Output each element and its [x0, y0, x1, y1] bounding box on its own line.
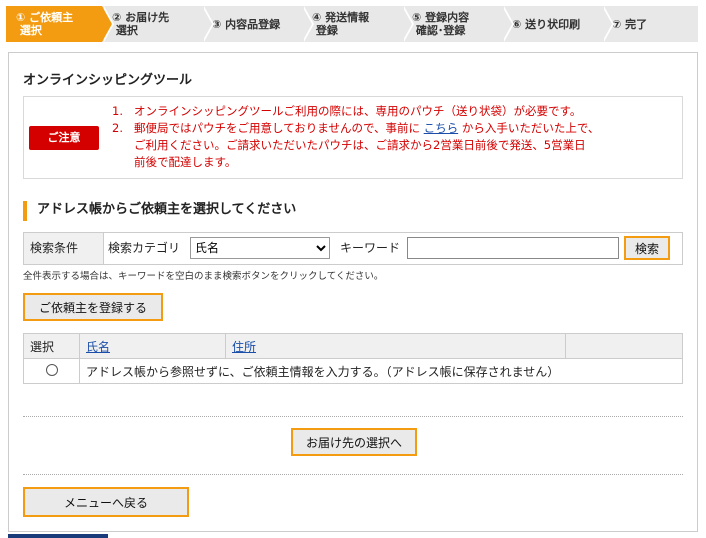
notice-item-1: オンラインシッピングツールご利用の際には、専用のパウチ（送り状袋）が必要です。 — [134, 104, 582, 118]
step-1-label: ① ご依頼主 選択 — [16, 11, 74, 37]
notice-item-2-text-d: 前後で配達します。 — [134, 155, 237, 169]
page-title: オンラインシッピングツール — [23, 73, 193, 88]
notice-box: ご注意 1. オンラインシッピングツールご利用の際には、専用のパウチ（送り状袋）が… — [23, 96, 683, 179]
step-3: ③ 内容品登録 — [202, 6, 314, 42]
step-6: ⑥ 送り状印刷 — [502, 6, 614, 42]
search-panel: 検索条件 検索カテゴリ 氏名 キーワード 検索 — [23, 232, 683, 265]
notice-badge: ご注意 — [29, 126, 99, 150]
row-text: アドレス帳から参照せずに、ご依頼主情報を入力する。（アドレス帳に保存されません） — [79, 358, 683, 384]
notice-item-2-num: 2. — [112, 121, 123, 135]
notice-item-1-num: 1. — [112, 104, 123, 118]
pouch-request-link[interactable]: こちら — [424, 121, 459, 135]
main-panel: オンラインシッピングツール ご注意 1. オンラインシッピングツールご利用の際には… — [8, 52, 698, 532]
search-category-label: 検索カテゴリ — [108, 241, 181, 255]
notice-item-2-text-b: から入手いただいた上で、 — [461, 121, 600, 135]
search-condition-label: 検索条件 — [24, 233, 104, 264]
back-to-menu-button[interactable]: メニューへ戻る — [23, 487, 189, 517]
column-select: 選択 — [23, 333, 80, 359]
search-category-select[interactable]: 氏名 — [190, 237, 330, 259]
address-book-table: 選択 氏名 住所 アドレス帳から参照せずに、ご依頼主情報を入力する。（アドレス帳… — [23, 333, 683, 384]
search-hint: 全件表示する場合は、キーワードを空白のまま検索ボタンをクリックしてください。 — [23, 271, 384, 282]
notice-list: 1. オンラインシッピングツールご利用の際には、専用のパウチ（送り状袋）が必要です… — [112, 103, 672, 171]
column-name: 氏名 — [79, 333, 226, 359]
keyword-label: キーワード — [340, 241, 401, 255]
step-progress-bar: ① ご依頼主 選択 ② お届け先 選択 ③ 内容品登録 ④ 発送情報 登録 ⑤ … — [6, 6, 698, 42]
divider — [23, 416, 683, 417]
manual-entry-radio[interactable] — [45, 363, 58, 376]
sort-address-link[interactable]: 住所 — [232, 340, 256, 354]
step-1: ① ご依頼主 選択 — [6, 6, 114, 42]
sort-name-link[interactable]: 氏名 — [86, 340, 110, 354]
row-select-cell — [23, 358, 80, 384]
bottom-strip — [8, 534, 108, 538]
step-7: ⑦ 完了 — [602, 6, 698, 42]
table-row: アドレス帳から参照せずに、ご依頼主情報を入力する。（アドレス帳に保存されません） — [23, 358, 683, 384]
search-button[interactable]: 検索 — [624, 236, 670, 260]
section-title: アドレス帳からご依頼主を選択してください — [23, 201, 296, 221]
notice-item-2-text-a: 郵便局ではパウチをご用意しておりませんので、事前に — [134, 121, 421, 135]
step-5: ⑤ 登録内容 確認･登録 — [402, 6, 514, 42]
step-2: ② お届け先 選択 — [102, 6, 214, 42]
column-address: 住所 — [225, 333, 566, 359]
column-extra — [565, 333, 683, 359]
divider — [23, 474, 683, 475]
next-recipient-button[interactable]: お届け先の選択へ — [291, 428, 417, 456]
keyword-input[interactable] — [407, 237, 619, 259]
notice-item-2-text-c: ご利用ください。ご請求いただいたパウチは、ご請求から2営業日前後で発送、5営業日 — [134, 138, 586, 152]
register-sender-button[interactable]: ご依頼主を登録する — [23, 293, 163, 321]
step-4: ④ 発送情報 登録 — [302, 6, 414, 42]
